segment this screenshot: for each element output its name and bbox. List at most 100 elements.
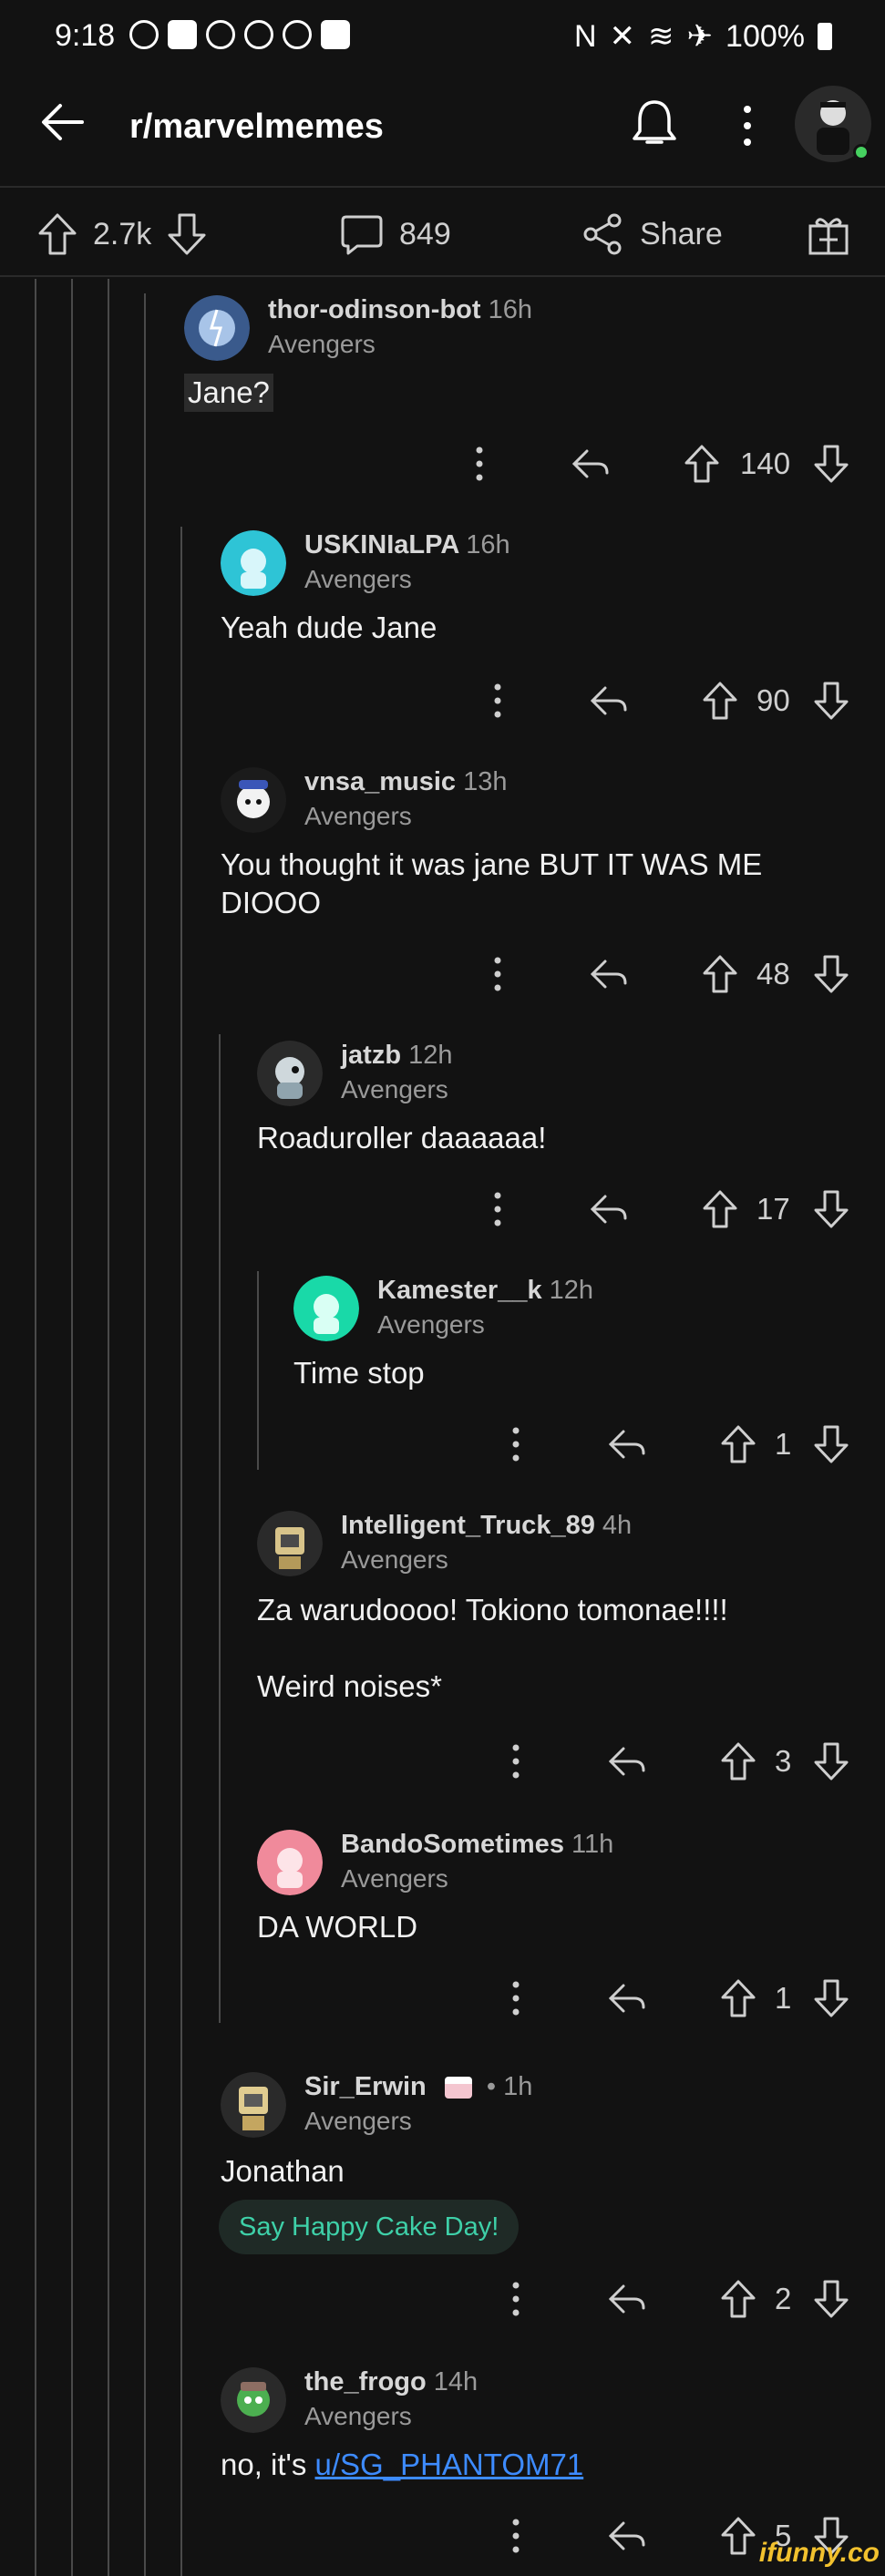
comment-age: 12h: [549, 1276, 594, 1305]
wifi-icon: ≋: [648, 19, 674, 54]
avatar-icon[interactable]: [257, 1041, 323, 1106]
upvote-icon[interactable]: [720, 2279, 756, 2319]
comment-icon: [341, 215, 383, 255]
upvote-icon[interactable]: [702, 1189, 738, 1229]
downvote-icon[interactable]: [813, 681, 849, 721]
share-button[interactable]: Share: [580, 211, 723, 257]
more-vertical-icon[interactable]: [510, 1426, 521, 1462]
comment-age: 16h: [466, 530, 510, 559]
comment-vote-count: 17: [756, 1192, 790, 1226]
user-mention-link[interactable]: u/SG_PHANTOM71: [315, 2448, 584, 2481]
more-vertical-icon[interactable]: [492, 682, 503, 719]
avatar-icon[interactable]: [221, 2367, 286, 2433]
reply-icon[interactable]: [571, 446, 611, 482]
user-flair: Avengers: [304, 802, 412, 830]
more-vertical-icon[interactable]: [474, 446, 485, 482]
comment-username[interactable]: Intelligent_Truck_89 4h: [341, 1511, 632, 1541]
online-indicator: [853, 144, 870, 160]
upvote-icon[interactable]: [36, 211, 78, 257]
downvote-icon[interactable]: [813, 1424, 849, 1464]
comment-actions: 5: [0, 2513, 885, 2559]
nfc-icon: N: [573, 18, 597, 54]
avatar-icon[interactable]: [221, 2072, 286, 2138]
battery-level: 100%: [725, 18, 805, 54]
downvote-icon[interactable]: [813, 954, 849, 994]
upvote-icon[interactable]: [720, 1741, 756, 1781]
comments-button[interactable]: 849: [339, 211, 451, 257]
downvote-icon[interactable]: [166, 211, 208, 257]
happy-cake-day-button[interactable]: Say Happy Cake Day!: [219, 2200, 520, 2254]
downvote-icon[interactable]: [813, 1189, 849, 1229]
comment-body: Za warudoooo! Tokiono tomonae!!!! Weird …: [257, 1593, 728, 1703]
user-flair: Avengers: [341, 1864, 448, 1893]
upvote-icon[interactable]: [720, 1978, 756, 2018]
comment-vote-count: 48: [756, 957, 790, 990]
downvote-icon[interactable]: [813, 1741, 849, 1781]
avatar-icon[interactable]: [221, 530, 286, 596]
avatar-icon[interactable]: [257, 1830, 323, 1895]
thread-line: [180, 527, 182, 2576]
share-label: Share: [640, 216, 723, 251]
comment-count: 849: [399, 216, 451, 251]
avatar-icon[interactable]: [221, 767, 286, 833]
comment-username[interactable]: Sir_Erwin • 1h: [304, 2072, 532, 2102]
comment-username[interactable]: Kamester__k 12h: [377, 1276, 593, 1306]
comment-username[interactable]: USKINIaLPA 16h: [304, 530, 510, 560]
airplane-icon: ✈: [686, 19, 714, 54]
reply-icon[interactable]: [607, 1426, 647, 1462]
downvote-icon[interactable]: [813, 2279, 849, 2319]
more-vertical-icon[interactable]: [510, 2281, 521, 2317]
more-options-button[interactable]: [738, 104, 756, 148]
comment-actions: 17: [0, 1186, 885, 1232]
upvote-icon[interactable]: [720, 1424, 756, 1464]
comment-username[interactable]: the_frogo 14h: [304, 2367, 478, 2397]
bell-icon: [633, 100, 676, 144]
comment-username[interactable]: jatzb 12h: [341, 1041, 453, 1071]
app-bar: r/marvelmemes: [0, 77, 885, 186]
more-vertical-icon: [744, 106, 751, 146]
more-vertical-icon[interactable]: [492, 956, 503, 992]
reply-icon[interactable]: [607, 1743, 647, 1780]
reply-icon[interactable]: [607, 1980, 647, 2017]
reply-icon[interactable]: [589, 1191, 629, 1227]
upvote-icon[interactable]: [702, 954, 738, 994]
downvote-icon[interactable]: [813, 1978, 849, 2018]
comment-username[interactable]: BandoSometimes 11h: [341, 1830, 613, 1860]
comment-username[interactable]: thor-odinson-bot 16h: [268, 295, 532, 325]
comment-body: Yeah dude Jane: [221, 611, 437, 644]
avatar-icon[interactable]: [257, 1511, 323, 1576]
cake-icon: [444, 2077, 472, 2099]
upvote-icon[interactable]: [720, 2516, 756, 2556]
upvote-icon[interactable]: [702, 681, 738, 721]
user-flair: Avengers: [304, 2107, 412, 2135]
upvote-icon[interactable]: [684, 444, 720, 484]
more-vertical-icon[interactable]: [492, 1191, 503, 1227]
notifications-button[interactable]: [629, 97, 680, 151]
comment-body: no, it's u/SG_PHANTOM71: [221, 2448, 584, 2481]
more-vertical-icon[interactable]: [510, 2518, 521, 2554]
post-vote-count: 2.7k: [93, 216, 152, 251]
downvote-icon[interactable]: [813, 444, 849, 484]
avatar-icon[interactable]: [184, 295, 250, 361]
more-vertical-icon[interactable]: [510, 1980, 521, 2017]
reply-icon[interactable]: [589, 682, 629, 719]
comment-age: 4h: [602, 1511, 633, 1540]
comment-vote-count: 2: [775, 2282, 792, 2315]
reply-icon[interactable]: [589, 956, 629, 992]
comment-username[interactable]: vnsa_music 13h: [304, 767, 508, 797]
whatsapp-icon: [129, 20, 159, 49]
post-action-bar: 2.7k 849 Share: [0, 186, 885, 277]
watermark: ifunny.co: [758, 2538, 880, 2568]
comment-age: 11h: [571, 1830, 614, 1859]
reply-icon[interactable]: [607, 2281, 647, 2317]
check-circle-icon: [206, 20, 235, 49]
user-flair: Avengers: [268, 330, 376, 358]
more-vertical-icon[interactable]: [510, 1743, 521, 1780]
comment-vote-count: 1: [775, 1981, 792, 2015]
back-button[interactable]: [36, 95, 91, 149]
avatar-icon[interactable]: [293, 1276, 359, 1341]
gift-icon: [808, 218, 849, 255]
award-button[interactable]: [806, 211, 851, 257]
comment-vote-count: 90: [756, 683, 790, 717]
reply-icon[interactable]: [607, 2518, 647, 2554]
